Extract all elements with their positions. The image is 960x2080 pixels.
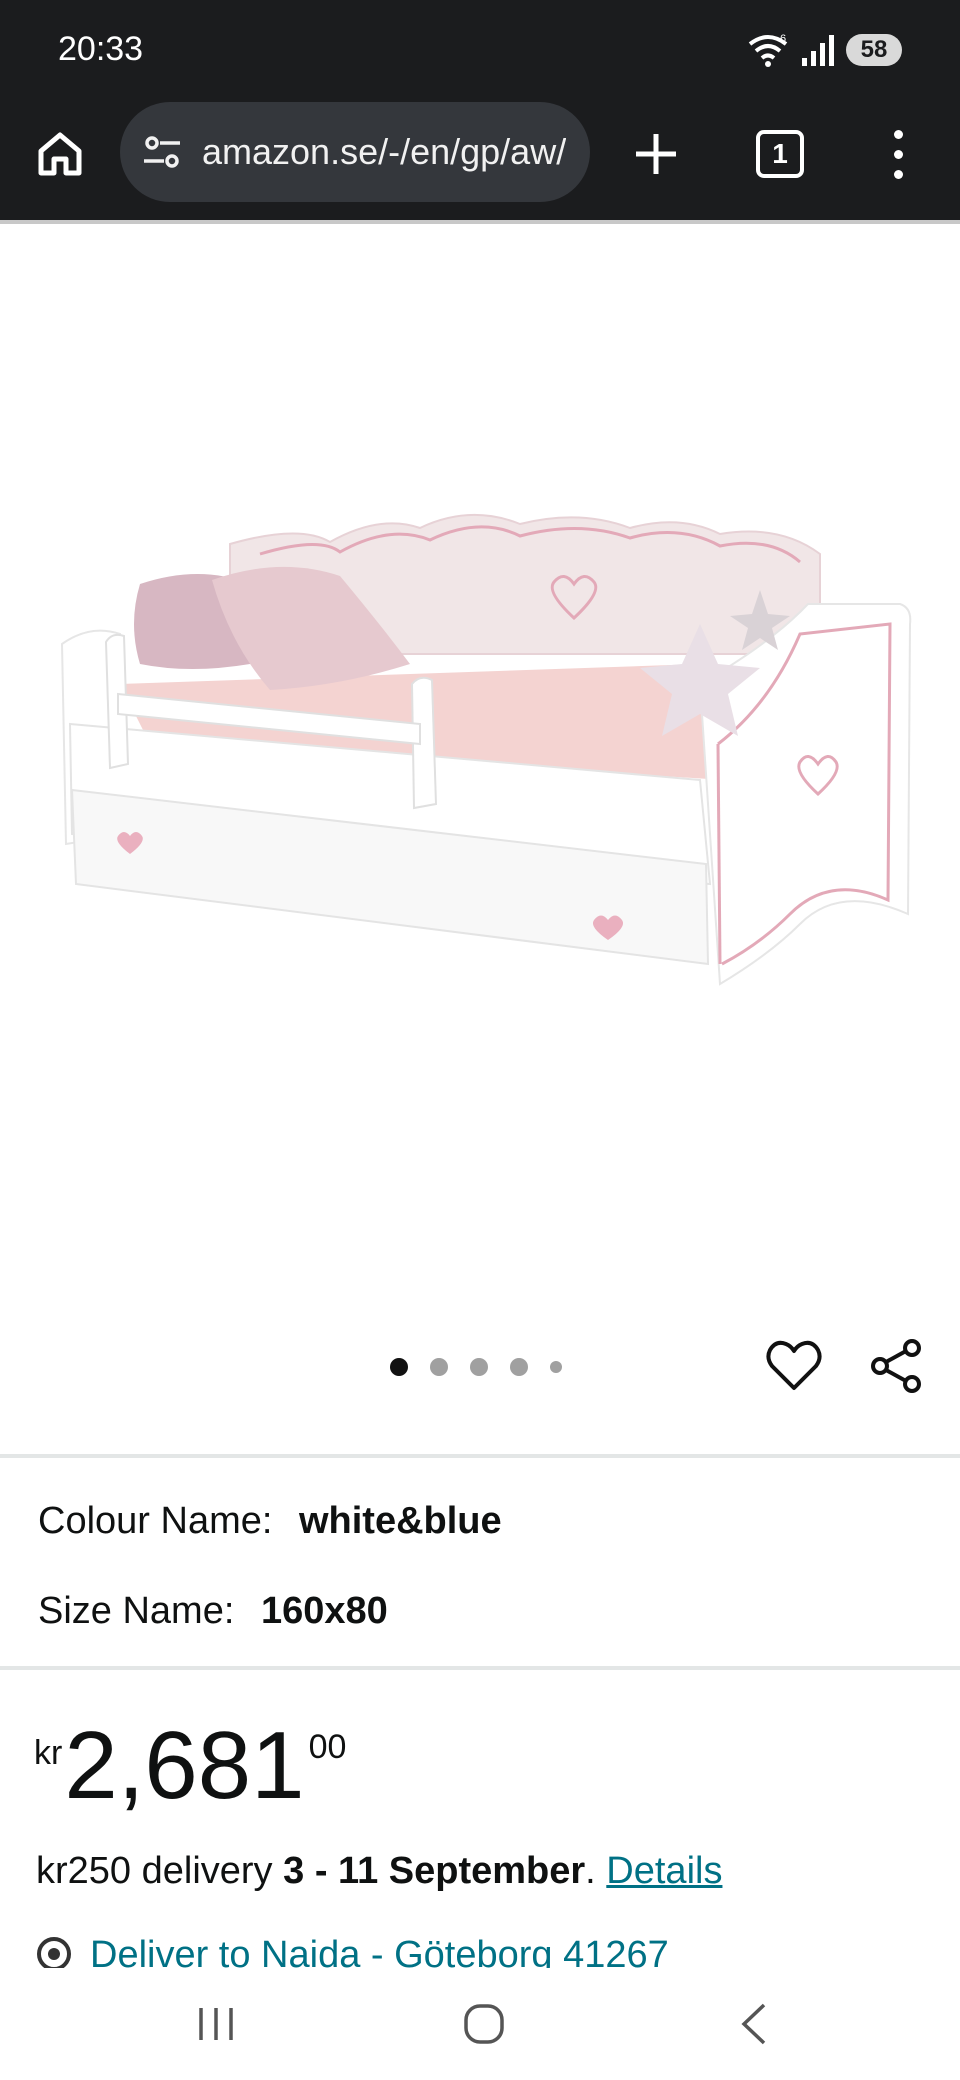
share-button[interactable] bbox=[866, 1336, 926, 1396]
address-bar[interactable]: amazon.se/-/en/gp/aw/ bbox=[120, 102, 590, 202]
menu-dot bbox=[893, 149, 903, 159]
carousel-dot[interactable] bbox=[470, 1358, 488, 1376]
home-icon bbox=[38, 132, 82, 176]
size-name-row[interactable]: Size Name: 160x80 bbox=[38, 1590, 388, 1633]
home-circle-icon bbox=[464, 2004, 504, 2044]
location-pin-icon bbox=[37, 1937, 71, 1968]
size-name-label: Size Name: bbox=[38, 1590, 235, 1632]
carousel-dot[interactable] bbox=[430, 1358, 448, 1376]
new-tab-icon bbox=[636, 134, 676, 174]
size-name-value: 160x80 bbox=[260, 1590, 388, 1632]
wifi-icon: 6 bbox=[748, 33, 788, 67]
details-link[interactable]: Details bbox=[606, 1850, 722, 1892]
status-bar: 20:33 6 58 bbox=[0, 0, 960, 100]
carousel-dot[interactable] bbox=[510, 1358, 528, 1376]
deliver-to-text: Deliver to Naida - Göteborg 41267 bbox=[90, 1934, 669, 1968]
share-icon bbox=[871, 1339, 921, 1393]
menu-dot bbox=[893, 129, 903, 139]
recent-apps-icon bbox=[199, 2008, 233, 2040]
status-time: 20:33 bbox=[58, 30, 144, 68]
carousel-dot[interactable] bbox=[550, 1361, 562, 1373]
battery-indicator: 58 bbox=[846, 34, 902, 66]
delivery-suffix: . bbox=[585, 1850, 607, 1892]
site-settings-icon[interactable] bbox=[140, 130, 184, 174]
section-divider bbox=[0, 1666, 960, 1670]
recent-apps-button[interactable] bbox=[184, 1992, 248, 2056]
carousel-dot-active[interactable] bbox=[390, 1358, 408, 1376]
back-button[interactable] bbox=[722, 1992, 786, 2056]
new-tab-button[interactable] bbox=[626, 124, 686, 184]
deliver-to-location[interactable]: Deliver to Naida - Göteborg 41267 bbox=[36, 1928, 669, 1968]
delivery-info: kr250 delivery 3 - 11 September. Details bbox=[36, 1850, 722, 1893]
wishlist-button[interactable] bbox=[764, 1336, 824, 1396]
section-divider bbox=[0, 1454, 960, 1458]
status-icons: 6 58 bbox=[746, 30, 902, 70]
menu-dot bbox=[893, 169, 903, 179]
home-nav-button[interactable] bbox=[452, 1992, 516, 2056]
more-menu-button[interactable] bbox=[878, 124, 918, 184]
price-whole: 2,681 bbox=[64, 1712, 305, 1819]
home-button[interactable] bbox=[30, 124, 90, 184]
colour-name-row[interactable]: Colour Name: white&blue bbox=[38, 1500, 502, 1543]
signal-icon bbox=[802, 35, 834, 66]
back-chevron-icon bbox=[741, 2003, 766, 2045]
heart-icon bbox=[766, 1340, 822, 1390]
browser-toolbar: amazon.se/-/en/gp/aw/ 1 bbox=[0, 100, 960, 222]
url-text: amazon.se/-/en/gp/aw/ bbox=[202, 131, 567, 172]
system-nav-bar bbox=[0, 1968, 960, 2080]
svg-text:6: 6 bbox=[780, 33, 786, 45]
colour-name-label: Colour Name: bbox=[38, 1500, 273, 1542]
image-carousel-dots[interactable] bbox=[390, 1358, 562, 1376]
product-price: kr 2,681 00 bbox=[34, 1716, 346, 1816]
price-fraction: 00 bbox=[308, 1728, 347, 1766]
tab-switcher-button[interactable]: 1 bbox=[756, 130, 804, 178]
colour-name-value: white&blue bbox=[298, 1500, 502, 1542]
delivery-prefix: kr250 delivery bbox=[36, 1850, 284, 1892]
price-currency: kr bbox=[34, 1734, 63, 1772]
product-image[interactable] bbox=[0, 224, 960, 1314]
delivery-dates: 3 - 11 September bbox=[283, 1850, 586, 1892]
